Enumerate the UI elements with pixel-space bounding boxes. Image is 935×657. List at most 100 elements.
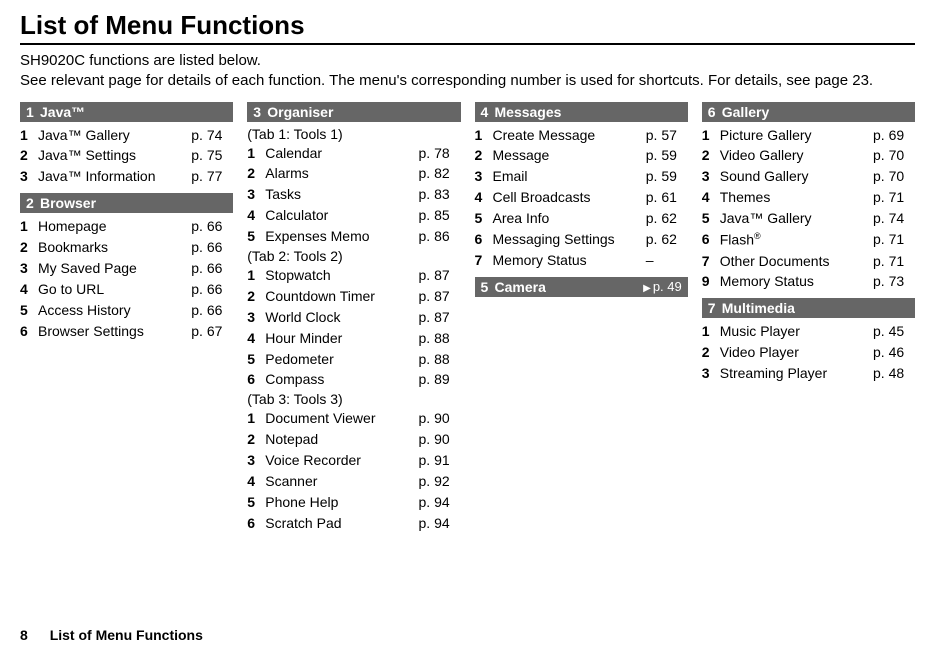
- item-num: 3: [702, 167, 720, 186]
- list-item: 6Browser Settingsp. 67: [20, 321, 233, 342]
- item-page: p. 83: [419, 185, 461, 204]
- item-num: 2: [20, 146, 38, 165]
- item-page: p. 69: [873, 126, 915, 145]
- item-label: Themes: [720, 188, 873, 207]
- section-header-browser: 2 Browser: [20, 193, 233, 213]
- section-header-gallery: 6 Gallery: [702, 102, 915, 122]
- section-header-messages: 4 Messages: [475, 102, 688, 122]
- list-item: 5Java™ Galleryp. 74: [702, 208, 915, 229]
- item-label: Phone Help: [265, 493, 418, 512]
- list-item: 3Java™ Informationp. 77: [20, 166, 233, 187]
- section-num: 7: [708, 300, 722, 316]
- item-page: p. 94: [419, 493, 461, 512]
- item-num: 6: [475, 230, 493, 249]
- footer-title: List of Menu Functions: [50, 627, 203, 643]
- item-label: Message: [493, 146, 646, 165]
- section-num: 6: [708, 104, 722, 120]
- list-item: 2Notepadp. 90: [247, 429, 460, 450]
- item-num: 3: [247, 451, 265, 470]
- item-num: 1: [247, 266, 265, 285]
- list-item: 3Streaming Playerp. 48: [702, 363, 915, 384]
- item-page: p. 77: [191, 167, 233, 186]
- item-num: 2: [247, 164, 265, 183]
- item-page: p. 78: [419, 144, 461, 163]
- list-item: 3Voice Recorderp. 91: [247, 450, 460, 471]
- footer-page-number: 8: [20, 627, 28, 643]
- list-item: 4Scannerp. 92: [247, 471, 460, 492]
- item-label: Video Gallery: [720, 146, 873, 165]
- item-page: p. 71: [873, 230, 915, 250]
- section-browser-items: 1Homepagep. 662Bookmarksp. 663My Saved P…: [20, 216, 233, 341]
- item-label: Homepage: [38, 217, 191, 236]
- item-label: World Clock: [265, 308, 418, 327]
- item-page: p. 66: [191, 280, 233, 299]
- list-item: 2Java™ Settingsp. 75: [20, 145, 233, 166]
- item-page: p. 90: [419, 430, 461, 449]
- item-page: p. 75: [191, 146, 233, 165]
- item-page: p. 90: [419, 409, 461, 428]
- item-label: Pedometer: [265, 350, 418, 369]
- item-label: Java™ Information: [38, 167, 191, 186]
- item-label: Create Message: [493, 126, 646, 145]
- item-page: p. 62: [646, 209, 688, 228]
- item-num: 7: [475, 251, 493, 270]
- item-label: Voice Recorder: [265, 451, 418, 470]
- item-page: p. 71: [873, 252, 915, 271]
- item-num: 4: [702, 188, 720, 207]
- item-page: p. 87: [419, 287, 461, 306]
- list-item: 1Java™ Galleryp. 74: [20, 125, 233, 146]
- list-item: 4Themesp. 71: [702, 187, 915, 208]
- organiser-tab1-items: 1Calendarp. 782Alarmsp. 823Tasksp. 834Ca…: [247, 143, 460, 247]
- section-title: Browser: [40, 195, 96, 211]
- item-page: p. 74: [873, 209, 915, 228]
- item-label: Java™ Gallery: [38, 126, 191, 145]
- intro-line-1: SH9020C functions are listed below.: [20, 51, 915, 71]
- item-num: 4: [247, 472, 265, 491]
- item-label: Access History: [38, 301, 191, 320]
- intro-line-2: See relevant page for details of each fu…: [20, 71, 915, 91]
- item-num: 1: [247, 409, 265, 428]
- item-num: 7: [702, 252, 720, 271]
- organiser-tab2-items: 1Stopwatchp. 872Countdown Timerp. 873Wor…: [247, 265, 460, 390]
- item-num: 4: [475, 188, 493, 207]
- item-page: p. 88: [419, 350, 461, 369]
- item-label: Calendar: [265, 144, 418, 163]
- item-page: –: [646, 251, 688, 270]
- item-num: 1: [702, 322, 720, 341]
- item-page: p. 45: [873, 322, 915, 341]
- item-label: Document Viewer: [265, 409, 418, 428]
- item-label: Alarms: [265, 164, 418, 183]
- section-num: 5: [481, 279, 495, 295]
- item-num: 5: [247, 493, 265, 512]
- tab-label-2: (Tab 2: Tools 2): [247, 247, 460, 265]
- item-num: 2: [20, 238, 38, 257]
- item-num: 3: [247, 185, 265, 204]
- item-label: Sound Gallery: [720, 167, 873, 186]
- item-label: Notepad: [265, 430, 418, 449]
- item-page: p. 92: [419, 472, 461, 491]
- item-page: p. 71: [873, 188, 915, 207]
- item-page: p. 46: [873, 343, 915, 362]
- list-item: 3World Clockp. 87: [247, 307, 460, 328]
- item-num: 1: [702, 126, 720, 145]
- item-label: Memory Status: [720, 272, 873, 291]
- item-page: p. 70: [873, 146, 915, 165]
- item-num: 1: [247, 144, 265, 163]
- item-num: 5: [475, 209, 493, 228]
- list-item: 1Calendarp. 78: [247, 143, 460, 164]
- item-label: Expenses Memo: [265, 227, 418, 246]
- menu-columns: 1 Java™ 1Java™ Galleryp. 742Java™ Settin…: [20, 102, 915, 534]
- section-multimedia-items: 1Music Playerp. 452Video Playerp. 463Str…: [702, 321, 915, 384]
- section-header-organiser: 3 Organiser: [247, 102, 460, 122]
- section-java-items: 1Java™ Galleryp. 742Java™ Settingsp. 753…: [20, 125, 233, 188]
- item-num: 3: [20, 259, 38, 278]
- list-item: 5Access Historyp. 66: [20, 300, 233, 321]
- section-gallery-items: 1Picture Galleryp. 692Video Galleryp. 70…: [702, 125, 915, 293]
- item-page: p. 82: [419, 164, 461, 183]
- list-item: 2Video Playerp. 46: [702, 342, 915, 363]
- section-title: Messages: [495, 104, 562, 120]
- list-item: 1Music Playerp. 45: [702, 321, 915, 342]
- section-title: Multimedia: [722, 300, 795, 316]
- item-num: 3: [20, 167, 38, 186]
- item-label: Streaming Player: [720, 364, 873, 383]
